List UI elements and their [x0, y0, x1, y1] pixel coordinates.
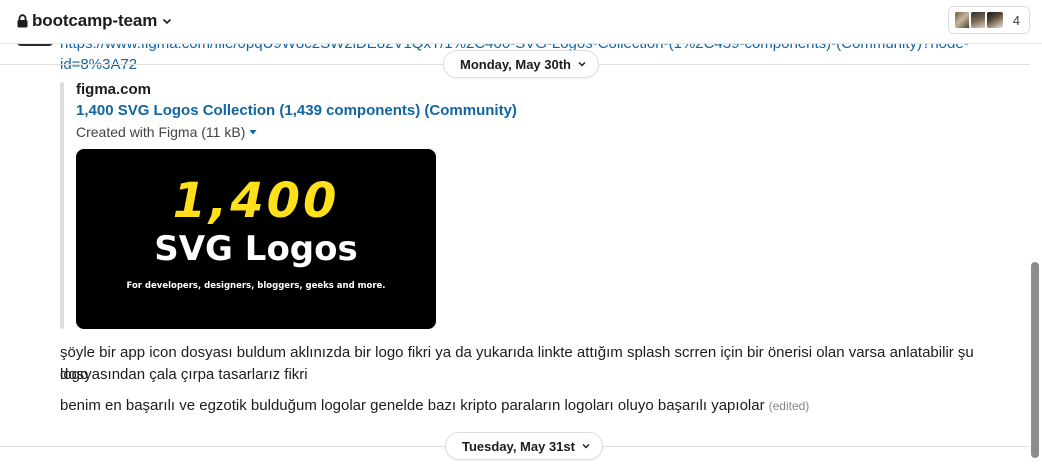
date-label: Monday, May 30th — [460, 56, 572, 72]
date-divider-button[interactable]: Monday, May 30th — [443, 50, 600, 78]
preview-subtitle: SVG Logos — [154, 229, 358, 269]
date-label: Tuesday, May 31st — [462, 438, 575, 454]
attachment-meta: Created with Figma (11 kB) — [76, 124, 257, 140]
message-text: dosyasından çala çırpa tasarlarız fikri — [60, 366, 308, 383]
edited-label: (edited) — [768, 399, 810, 413]
scrollbar-thumb[interactable] — [1031, 262, 1039, 458]
attachment-border — [60, 82, 64, 329]
channel-name-button[interactable]: bootcamp-team — [17, 10, 172, 32]
avatar — [984, 10, 1005, 30]
preview-headline: 1,400 — [172, 173, 340, 229]
attachment-preview-image[interactable]: 1,400 SVG Logos For developers, designer… — [76, 149, 436, 329]
attachment-meta-text: Created with Figma (11 kB) — [76, 124, 246, 140]
member-avatars — [952, 10, 1005, 30]
channel-name: bootcamp-team — [32, 11, 158, 30]
preview-tagline: For developers, designers, bloggers, gee… — [126, 281, 386, 291]
channel-header: bootcamp-team 4 — [0, 0, 1042, 44]
member-list-button[interactable]: 4 — [947, 6, 1030, 34]
attachment-site-name: figma.com — [76, 81, 152, 98]
member-count: 4 — [1012, 12, 1020, 28]
date-divider-button[interactable]: Tuesday, May 31st — [445, 432, 603, 460]
chevron-down-icon — [578, 62, 586, 67]
chevron-down-icon — [163, 18, 172, 25]
caret-down-icon[interactable] — [249, 128, 257, 136]
message-text: benim en başarılı ve egzotik bulduğum lo… — [60, 397, 765, 414]
message-text-line: benim en başarılı ve egzotik bulduğum lo… — [60, 395, 1000, 417]
lock-icon — [17, 14, 28, 28]
attachment-title-link[interactable]: 1,400 SVG Logos Collection (1,439 compon… — [76, 102, 517, 119]
chevron-down-icon — [582, 444, 590, 449]
